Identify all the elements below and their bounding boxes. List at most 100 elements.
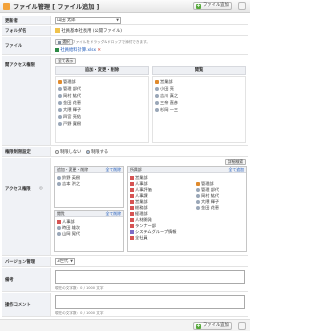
version-select[interactable]: 3世代 ▼ [55,258,75,265]
restriction-label: 権限制限設定 [5,150,31,155]
department-icon [130,212,134,216]
user-icon [58,87,62,91]
radio-button-selected[interactable] [86,149,90,154]
browse-access-row: 閲アクセス権限 全て表示 追加・変更・削除 閲覧 管理部 管理 部代 岡村 紘代… [2,56,248,146]
remarks-char-count: 現在の文字数：0 / 1000 文字 [55,286,104,290]
list-item: 管理 部代 [58,86,81,92]
folder-label: フォルダ名 [5,29,27,34]
group-icon [155,80,159,84]
user-icon [58,94,62,98]
paperclip-icon [58,40,61,44]
comment-row: 操作コメント 現在の文字数：0 / 1000 文字 [2,293,248,317]
remove-all-view-link[interactable]: 全て削除 [105,211,121,217]
updater-label: 更新者 [5,19,18,24]
user-icon [57,182,61,186]
list-item: 大隈 輝子 [58,107,81,113]
add-all-link[interactable]: 全て追加 [228,167,244,173]
comment-label: 操作コメント [5,303,31,308]
department-icon [130,194,134,198]
list-item: 吉川 真之 [155,93,178,99]
access-view-list: 閲覧 全て削除 人事部 時田 雄次 山岡 晃代 [54,210,124,252]
user-icon [196,194,200,198]
radio-no-restrict[interactable]: 制限しない [55,149,81,155]
user-icon [196,200,200,204]
department-icon [130,182,134,186]
close-icon[interactable] [238,2,246,10]
list-item[interactable]: 山岡 晃代 [57,231,80,237]
plus-icon: + [196,323,201,329]
list-item: 三奈 直彦 [155,100,178,106]
footer-bar: + ファイル追加 [0,319,250,331]
list-item: 営業部 [155,79,173,85]
chevron-down-icon: ▼ [70,259,73,263]
department-icon [57,220,61,224]
list-item[interactable]: 全社員 [130,235,148,241]
browse-left-list: 管理部 管理 部代 岡村 紘代 金田 花恵 大隈 輝子 四宮 亮佑 戸野 寛樹 [55,76,149,143]
file-label: ファイル [5,44,23,49]
list-item: 四宮 亮佑 [58,114,81,120]
title-bar: ファイル管理 [ ファイル追加 ] + ファイル追加 [0,0,250,13]
attached-file-link[interactable]: 社員給料計算.xlsx [60,48,96,53]
version-label: バージョン管理 [5,260,35,265]
version-row: バージョン管理 3世代 ▼ [2,257,248,267]
detail-search-button[interactable]: 詳細検索 [225,159,247,165]
remove-all-edit-link[interactable]: 全て削除 [105,167,121,173]
list-item[interactable]: 金田 花恵 [196,205,219,211]
add-file-button-top[interactable]: + ファイル追加 [193,2,232,10]
updater-row: 更新者 山田 太郎 ▼ [2,16,248,25]
file-select-button[interactable]: 選択 [55,39,73,45]
user-icon [57,176,61,180]
user-icon [196,206,200,210]
list-item: 小田 亮 [155,86,174,92]
department-icon [130,236,134,240]
remove-file-icon[interactable]: ✕ [97,48,101,53]
page-title: ファイル管理 [ ファイル追加 ] [13,4,100,11]
add-file-button-bottom[interactable]: + ファイル追加 [193,322,232,330]
file-drop-hint: ファイルをドラッグ&ドロップで添付できます。 [72,40,150,44]
file-manager-icon [3,3,10,10]
show-all-button[interactable]: 全て表示 [55,58,77,64]
group-icon [58,80,62,84]
list-item: 管理部 [58,79,76,85]
help-icon[interactable]: ◎ [39,186,43,191]
remarks-label: 備考 [5,278,14,283]
list-item: 岡村 紘代 [58,93,81,99]
folder-icon [55,28,60,33]
user-icon [58,108,62,112]
radio-restrict[interactable]: 制限する [86,149,108,155]
list-item: 杉岡 一三 [155,107,178,113]
department-icon [130,224,134,228]
access-label: アクセス権限 [5,187,31,192]
access-edit-header: 追加・変更・削除 [57,167,89,172]
department-icon [130,218,134,222]
access-view-header: 閲覧 [57,211,65,216]
list-item: 金田 花恵 [58,100,81,106]
browse-left-header: 追加・変更・削除 [55,66,149,75]
user-icon [155,108,159,112]
department-icon [130,206,134,210]
department-icon [130,200,134,204]
close-icon[interactable] [238,322,246,330]
browse-right-list: 営業部 小田 亮 吉川 真之 三奈 直彦 杉岡 一三 [152,76,246,143]
remarks-textarea[interactable] [55,270,245,284]
chevron-down-icon: ▼ [116,18,119,22]
access-candidate-list: 所属部 全て追加 営業部 人事部 人事評価 人事課 営業部 総務部 経理部 人材… [127,166,247,252]
access-edit-list: 追加・変更・削除 全て削除 鈴野 英樹 吉本 洪之 [54,166,124,208]
list-item[interactable]: 吉本 洪之 [57,181,80,187]
comment-textarea[interactable] [55,295,245,309]
user-icon [196,188,200,192]
user-icon [58,115,62,119]
updater-select[interactable]: 山田 太郎 ▼ [55,17,121,24]
radio-button[interactable] [55,149,59,154]
browse-access-label: 閲アクセス権限 [5,63,35,68]
user-icon [58,122,62,126]
folder-name: 社員基本社長用 (公開ファイル) [61,29,122,34]
user-icon [58,101,62,105]
remarks-row: 備考 現在の文字数：0 / 1000 文字 [2,268,248,292]
role-icon [130,230,134,234]
access-candidate-header: 所属部 [130,167,142,172]
department-icon [130,176,134,180]
department-icon [130,188,134,192]
group-icon [196,182,200,186]
user-icon [155,94,159,98]
